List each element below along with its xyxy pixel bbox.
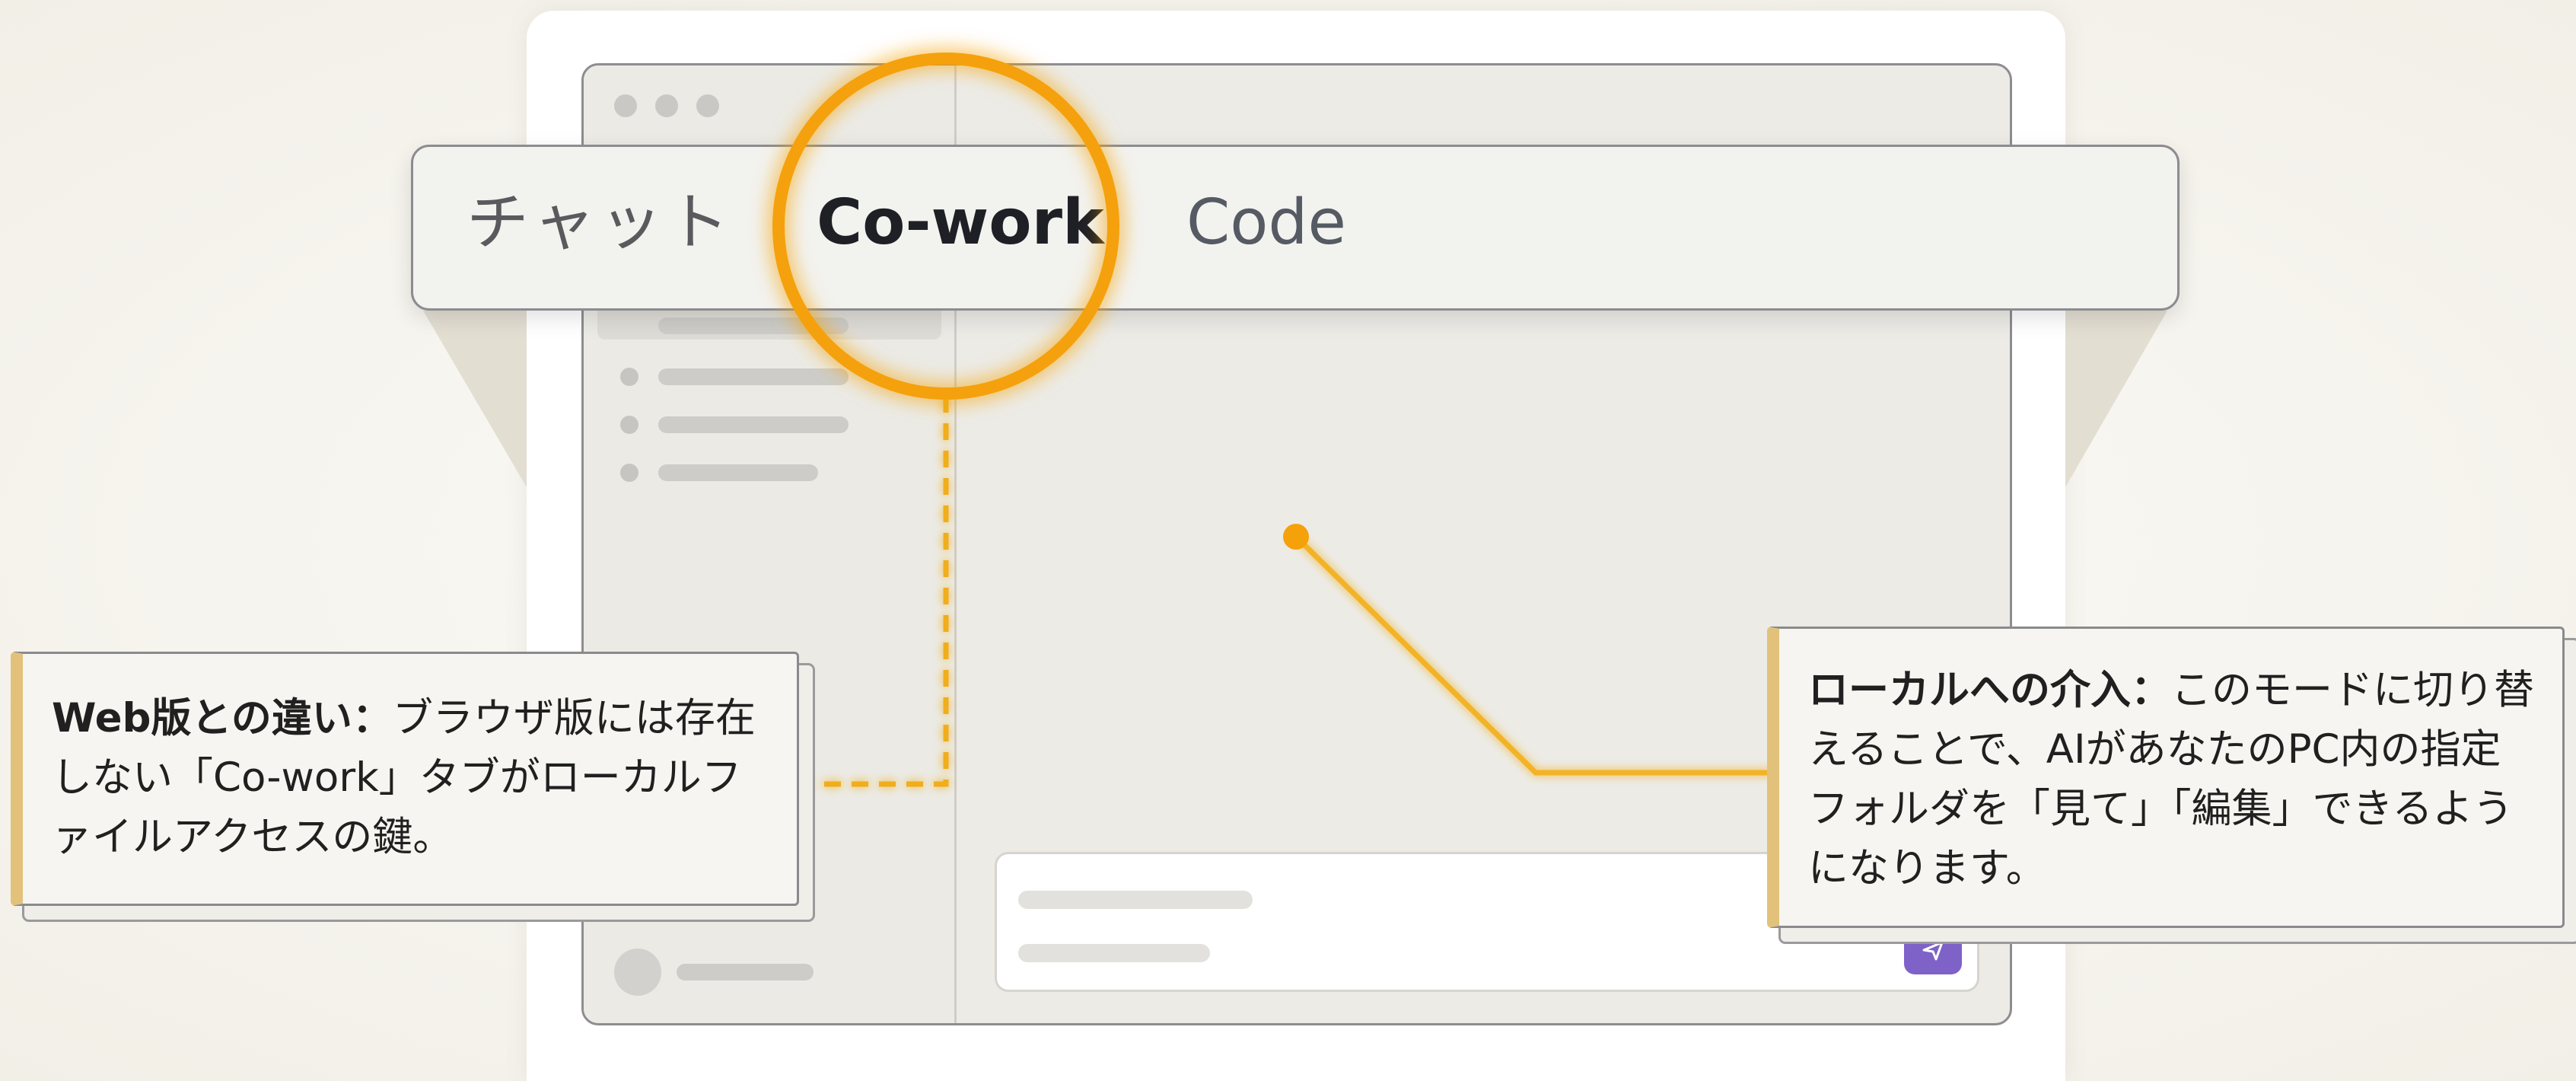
callout-left-text: Web版との違い：ブラウザ版には存在しない「Co-work」タブがローカルファイ… — [52, 689, 769, 867]
tab-chat[interactable]: チャット — [466, 177, 734, 269]
callout-left: Web版との違い：ブラウザ版には存在しない「Co-work」タブがローカルファイ… — [11, 652, 799, 906]
tabbar-shadow-right — [2065, 311, 2167, 487]
connector-left — [811, 396, 949, 787]
callout-right: ローカルへの介入：このモードに切り替えることで、AIがあなたのPC内の指定フォル… — [1767, 627, 2565, 928]
tabbar-shadow-left — [423, 311, 527, 487]
tab-code[interactable]: Code — [1186, 177, 1346, 269]
callout-right-text: ローカルへの介入：このモードに切り替えることで、AIがあなたのPC内の指定フォル… — [1808, 661, 2535, 898]
mode-tab-bar: チャット Co-work Code — [411, 145, 2180, 311]
tab-cowork[interactable]: Co-work — [817, 177, 1104, 269]
connector-right-dot — [1283, 524, 1309, 550]
callout-left-title: Web版との違い： — [52, 695, 393, 741]
connector-right — [1294, 534, 1773, 776]
callout-right-title: ローカルへの介入： — [1808, 667, 2171, 713]
